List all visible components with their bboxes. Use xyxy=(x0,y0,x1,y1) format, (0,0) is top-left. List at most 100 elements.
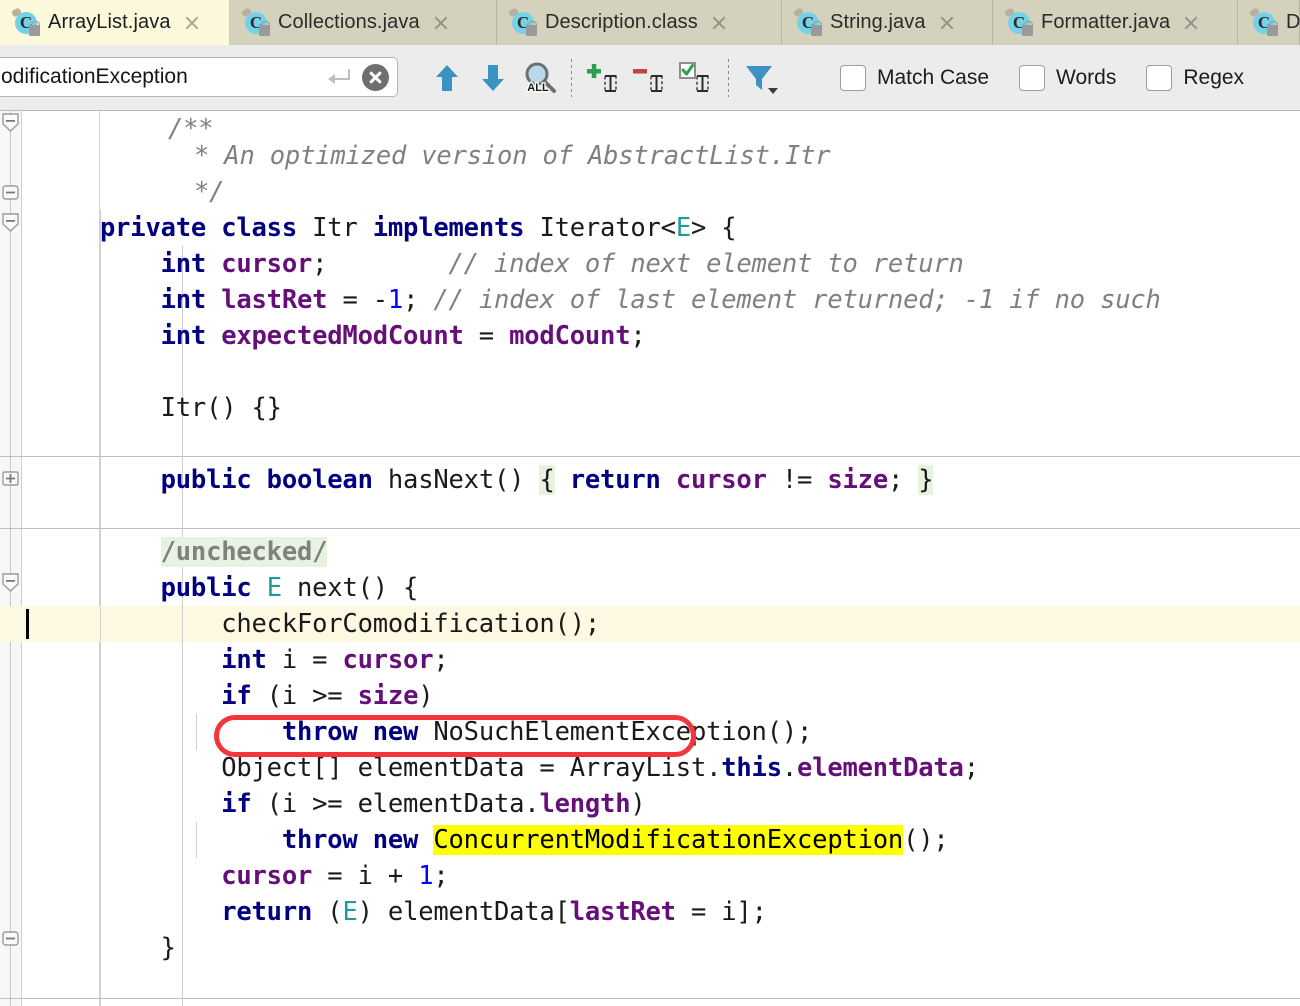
code-token: > { xyxy=(690,213,737,243)
code-token: E xyxy=(266,573,282,603)
code-token: if xyxy=(221,789,267,819)
editor-tab-bar: C ArrayList.java C Collections.java C Descrip… xyxy=(0,0,1300,45)
add-occurrence-button[interactable] xyxy=(581,55,627,101)
code-token: ; xyxy=(312,249,328,279)
code-line[interactable]: int expectedModCount = modCount; xyxy=(100,318,646,354)
code-token: ; xyxy=(887,465,919,495)
code-token: 1 xyxy=(418,861,434,891)
editor-tab-description-class[interactable]: C Description.class xyxy=(497,0,782,45)
code-line[interactable]: checkForComodification(); xyxy=(100,606,600,642)
code-line[interactable]: if (i >= elementData.length) xyxy=(100,786,646,822)
code-token: } xyxy=(918,465,934,495)
select-all-occurrences-button[interactable] xyxy=(673,55,719,101)
code-token: ; xyxy=(433,861,449,891)
code-line[interactable]: Itr() {} xyxy=(100,390,282,426)
code-line[interactable]: int cursor; // index of next element to … xyxy=(100,246,964,282)
fold-marker-minus-bottom[interactable] xyxy=(1,573,20,592)
find-option-regex[interactable]: Regex xyxy=(1146,65,1244,91)
code-token: ) xyxy=(418,681,434,711)
code-line[interactable]: private class Itr implements Iterator<E>… xyxy=(100,210,737,246)
editor-tab-label: String.java xyxy=(830,11,926,33)
fold-marker-minus-plain[interactable] xyxy=(1,929,20,948)
code-line[interactable]: int i = cursor; xyxy=(100,642,448,678)
code-token: // index of last element returned; -1 if… xyxy=(418,285,1161,315)
find-next-button[interactable] xyxy=(470,55,516,101)
checkbox[interactable] xyxy=(1146,65,1173,91)
find-all-button[interactable]: ALL xyxy=(516,55,562,101)
code-token: 1 xyxy=(387,285,404,315)
code-token: lastRet xyxy=(221,285,328,315)
code-token: Object[] elementData = ArrayList. xyxy=(100,753,722,783)
code-line[interactable]: Object[] elementData = ArrayList.this.el… xyxy=(100,750,979,786)
close-icon[interactable] xyxy=(1182,14,1200,32)
ide-window: C ArrayList.java C Collections.java C Descrip… xyxy=(0,0,1300,1006)
annotation-gutter[interactable] xyxy=(22,111,100,1006)
code-token: lastRet xyxy=(569,897,676,927)
checkbox[interactable] xyxy=(1019,65,1046,91)
code-token: private class xyxy=(100,213,313,243)
code-line[interactable]: } xyxy=(100,930,176,966)
search-input[interactable]: odificationException xyxy=(0,57,398,97)
code-token: throw new xyxy=(281,717,434,747)
code-line[interactable]: cursor = i + 1; xyxy=(100,858,449,894)
close-icon[interactable] xyxy=(710,14,728,32)
editor-tab-label: ArrayList.java xyxy=(48,11,171,33)
code-token: // index of next element to return xyxy=(327,249,964,279)
fold-marker-minus-bottom[interactable] xyxy=(1,213,20,232)
code-line[interactable]: return (E) elementData[lastRet = i]; xyxy=(100,894,767,930)
code-line[interactable]: throw new ConcurrentModificationExceptio… xyxy=(100,822,949,858)
code-token: if xyxy=(221,681,267,711)
code-line[interactable]: /unchecked/ xyxy=(100,534,327,570)
close-icon[interactable] xyxy=(938,14,956,32)
checkbox[interactable] xyxy=(840,65,866,91)
code-line[interactable]: throw new NoSuchElementException(); xyxy=(100,714,813,750)
editor-tab-arraylist-java[interactable]: C ArrayList.java xyxy=(0,0,230,45)
enter-return-icon[interactable] xyxy=(326,66,352,88)
code-line[interactable]: * An optimized version of AbstractList.I… xyxy=(194,138,831,174)
filter-button[interactable] xyxy=(738,55,784,101)
code-line[interactable]: public boolean hasNext() { return cursor… xyxy=(100,462,934,498)
code-token: ; xyxy=(630,321,646,351)
code-token: . xyxy=(781,753,798,783)
code-token: (i >= elementData. xyxy=(266,789,540,819)
code-token: expectedModCount xyxy=(221,321,464,351)
code-content[interactable]: /** * An optimized version of AbstractLis… xyxy=(100,111,1300,1006)
find-toolbar-buttons: ALL xyxy=(424,45,784,111)
select-all-occurrences-icon xyxy=(679,62,709,92)
code-editor[interactable]: /** * An optimized version of AbstractLis… xyxy=(0,111,1300,1006)
folding-gutter[interactable] xyxy=(0,111,22,1006)
find-option-words[interactable]: Words xyxy=(1019,65,1116,91)
code-line[interactable]: if (i >= size) xyxy=(100,678,433,714)
clear-search-icon[interactable] xyxy=(362,63,389,91)
fold-marker-minus-bottom[interactable] xyxy=(1,113,20,132)
remove-occurrence-button[interactable] xyxy=(627,55,673,101)
code-token: modCount xyxy=(509,321,631,351)
editor-tab-formatter-java[interactable]: C Formatter.java xyxy=(993,0,1238,45)
code-token: i = xyxy=(281,645,343,675)
editor-tab-d[interactable]: CD xyxy=(1238,0,1300,45)
search-field-wrapper: odificationException xyxy=(0,57,398,97)
editor-tab-string-java[interactable]: C String.java xyxy=(782,0,993,45)
code-token: ) xyxy=(630,789,646,819)
find-option-match-case[interactable]: Match Case xyxy=(840,65,989,91)
find-previous-button[interactable] xyxy=(424,55,470,101)
code-line[interactable]: int lastRet = -1; // index of last eleme… xyxy=(100,282,1161,318)
code-line[interactable]: public E next() { xyxy=(100,570,419,606)
code-token: ; xyxy=(403,285,419,315)
editor-tab-collections-java[interactable]: C Collections.java xyxy=(230,0,497,45)
editor-tab-label: D xyxy=(1286,11,1300,33)
fold-marker-plus[interactable] xyxy=(1,469,20,488)
close-icon[interactable] xyxy=(183,14,201,32)
find-option-label: Match Case xyxy=(877,66,990,89)
fold-marker-minus-plain[interactable] xyxy=(1,183,20,202)
code-token: return xyxy=(221,897,328,927)
java-class-locked-icon: C xyxy=(1003,6,1033,36)
close-icon[interactable] xyxy=(432,14,450,32)
code-token: size xyxy=(827,465,888,495)
code-line[interactable]: */ xyxy=(194,174,225,210)
